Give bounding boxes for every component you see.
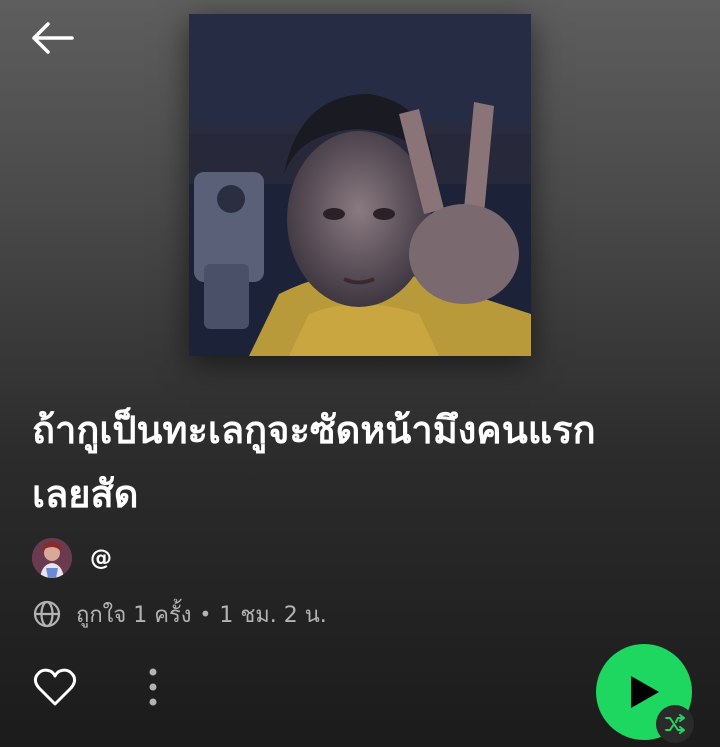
playlist-cover-image — [189, 14, 531, 356]
playlist-meta: ถูกใจ 1 ครั้ง • 1 ชม. 2 น. — [32, 598, 327, 630]
globe-icon — [33, 600, 61, 628]
owner-row[interactable]: @ — [32, 538, 112, 578]
owner-name[interactable]: @ — [90, 546, 112, 571]
shuffle-button[interactable] — [656, 705, 694, 743]
arrow-left-icon — [32, 22, 74, 54]
separator-dot: • — [199, 602, 212, 626]
heart-outline-icon — [33, 668, 77, 706]
more-options-button[interactable] — [148, 667, 158, 707]
avatar[interactable] — [32, 538, 72, 578]
like-button[interactable] — [32, 666, 78, 708]
back-button[interactable] — [28, 18, 76, 58]
play-icon — [631, 676, 659, 708]
playlist-duration: 1 ชม. 2 น. — [219, 602, 327, 628]
playlist-title: ถ้ากูเป็นทะเลกูจะซัดหน้ามึงคนแรกเลยสัด — [32, 408, 596, 516]
likes-count: ถูกใจ 1 ครั้ง — [76, 602, 192, 628]
action-bar — [32, 662, 158, 712]
shuffle-icon — [665, 714, 685, 734]
more-vertical-icon — [149, 668, 157, 706]
